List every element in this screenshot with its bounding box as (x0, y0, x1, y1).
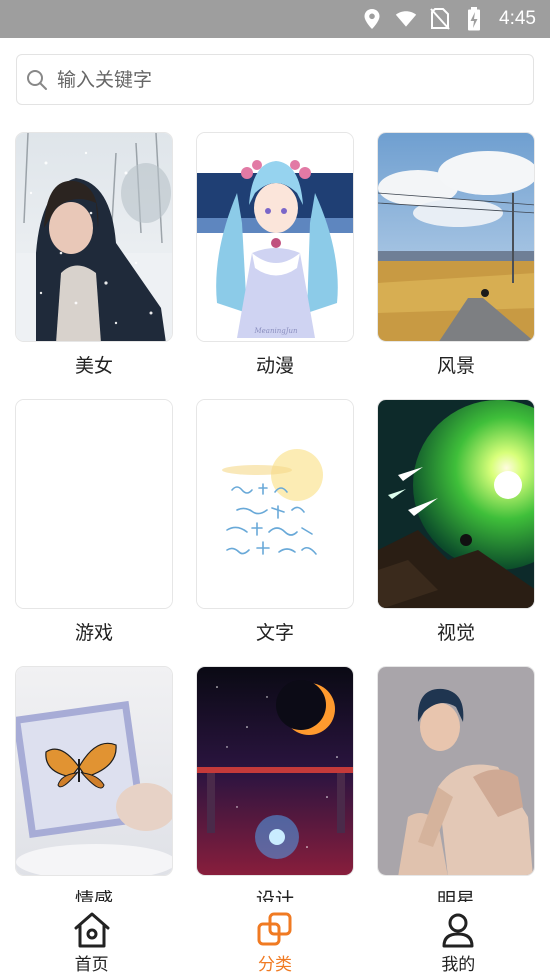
category-card-sheji[interactable]: 设计 (196, 666, 354, 902)
category-card-fengjing[interactable]: 风景 (377, 132, 535, 378)
category-label: 情感 (74, 889, 113, 902)
search-input[interactable] (55, 67, 519, 92)
category-label: 视觉 (436, 622, 475, 644)
category-label: 美女 (74, 355, 113, 377)
category-card-qinggan[interactable]: 情感 (15, 666, 173, 902)
category-thumbnail[interactable] (377, 399, 535, 609)
category-card-shijue[interactable]: 视觉 (377, 399, 535, 645)
category-thumbnail[interactable] (15, 399, 173, 609)
category-thumbnail[interactable] (196, 399, 354, 609)
nav-home[interactable]: 首页 (0, 902, 183, 977)
category-thumbnail[interactable] (196, 666, 354, 876)
status-time: 4:45 (499, 8, 536, 29)
user-icon (438, 910, 478, 950)
category-label: 文字 (255, 622, 294, 644)
category-grid: 美女 MeaningJun 动漫 风景 游戏 文字 视觉 情感 设计 明星 (0, 120, 550, 902)
nav-home-label: 首页 (74, 955, 109, 975)
category-thumbnail[interactable] (15, 666, 173, 876)
category-thumbnail[interactable] (377, 132, 535, 342)
battery-charging-icon (463, 7, 485, 31)
category-thumbnail[interactable] (15, 132, 173, 342)
status-bar: 4:45 (0, 0, 550, 38)
category-label: 风景 (436, 355, 475, 377)
search-icon (25, 68, 49, 92)
category-card-wenzi[interactable]: 文字 (196, 399, 354, 645)
category-card-dongman[interactable]: MeaningJun 动漫 (196, 132, 354, 378)
category-label: 动漫 (255, 355, 294, 377)
category-thumbnail[interactable]: MeaningJun (196, 132, 354, 342)
nav-category[interactable]: 分类 (183, 902, 366, 977)
bottom-nav: 首页 分类 我的 (0, 902, 550, 977)
category-thumbnail[interactable] (377, 666, 535, 876)
category-card-meinv[interactable]: 美女 (15, 132, 173, 378)
nav-mine-label: 我的 (441, 955, 476, 975)
no-sim-icon (429, 8, 451, 30)
category-label: 游戏 (74, 622, 113, 644)
category-icon (255, 910, 295, 950)
wifi-icon (395, 8, 417, 30)
category-card-mingxing[interactable]: 明星 (377, 666, 535, 902)
nav-mine[interactable]: 我的 (367, 902, 550, 977)
search-bar[interactable] (16, 54, 534, 105)
category-card-youxi[interactable]: 游戏 (15, 399, 173, 645)
nav-category-label: 分类 (257, 955, 292, 975)
location-icon (361, 8, 383, 30)
category-label: 设计 (255, 889, 294, 902)
home-icon (72, 910, 112, 950)
category-label: 明星 (436, 889, 475, 902)
svg-text:MeaningJun: MeaningJun (253, 327, 298, 335)
